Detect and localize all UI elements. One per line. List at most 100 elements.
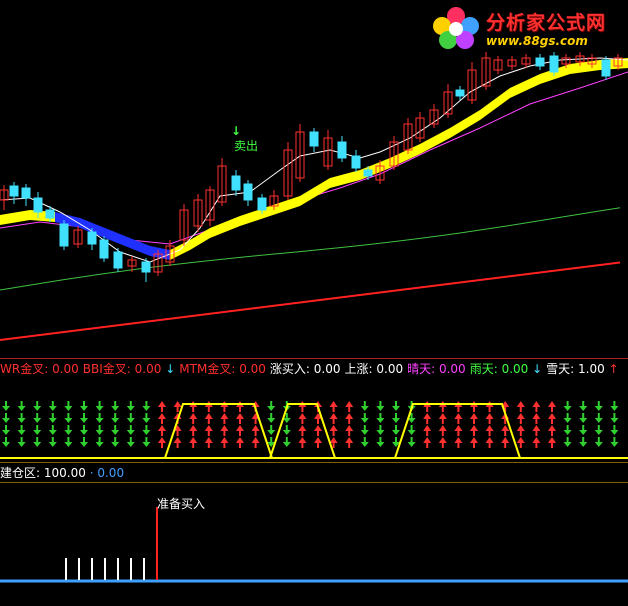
up-arrow-stem (317, 431, 319, 436)
down-arrow-stem (36, 401, 39, 406)
down-arrow-icon (392, 430, 400, 435)
up-arrow-stem (301, 407, 304, 412)
up-arrow-stem (488, 431, 491, 436)
sell-arrow-icon: ↓ (231, 124, 242, 138)
down-arrow-stem (5, 425, 7, 430)
up-arrow-stem (332, 419, 335, 424)
up-arrow-icon (314, 425, 322, 431)
up-arrow-stem (192, 419, 195, 424)
up-arrow-icon (329, 437, 338, 443)
down-arrow-stem (285, 413, 288, 418)
down-arrow-icon (2, 418, 10, 423)
candle-body (59, 223, 69, 247)
up-arrow-stem (535, 431, 538, 436)
signal-chart (0, 507, 628, 583)
down-arrow-icon (95, 406, 104, 411)
down-arrow-stem (67, 413, 70, 418)
up-arrow-stem (551, 431, 553, 436)
up-arrow-icon (423, 413, 432, 419)
down-arrow-stem (20, 437, 23, 442)
up-arrow-icon (454, 425, 463, 431)
up-arrow-icon (532, 413, 541, 419)
up-arrow-stem (457, 431, 460, 436)
candle-body (257, 197, 267, 211)
up-arrow-icon (204, 437, 213, 443)
down-arrow-stem (566, 437, 569, 442)
up-arrow-icon (548, 401, 556, 407)
up-arrow-stem (519, 443, 522, 448)
down-arrow-icon (579, 442, 588, 447)
down-arrow-stem (379, 425, 382, 430)
down-arrow-icon (33, 418, 42, 423)
candlestick-chart (0, 52, 628, 341)
up-arrow-icon (204, 413, 213, 419)
down-arrow-icon (610, 406, 619, 411)
down-arrow-icon (48, 442, 57, 447)
up-arrow-icon (298, 413, 307, 419)
down-arrow-stem (114, 413, 117, 418)
down-arrow-icon (126, 442, 135, 447)
up-arrow-stem (301, 431, 304, 436)
down-arrow-stem (410, 437, 413, 442)
down-arrow-icon (376, 430, 385, 435)
indicator-chart (0, 401, 628, 459)
down-arrow-icon (95, 418, 104, 423)
up-arrow-icon (454, 413, 463, 419)
up-arrow-stem (473, 443, 475, 448)
down-arrow-stem (98, 437, 101, 442)
up-arrow-stem (332, 431, 335, 436)
up-arrow-stem (207, 419, 210, 424)
down-arrow-stem (410, 413, 413, 418)
candle-body (363, 169, 373, 177)
up-arrow-stem (223, 407, 226, 412)
down-arrow-icon (111, 406, 120, 411)
down-arrow-stem (379, 401, 382, 406)
down-arrow-icon (64, 442, 73, 447)
down-arrow-icon (594, 430, 603, 435)
up-arrow-stem (519, 407, 522, 412)
down-arrow-icon (111, 430, 120, 435)
candle-body (309, 131, 319, 147)
down-arrow-icon (563, 418, 572, 423)
up-arrow-icon (236, 437, 244, 443)
up-arrow-stem (317, 419, 319, 424)
down-arrow-stem (98, 401, 101, 406)
candle-body (45, 209, 55, 219)
down-arrow-icon (64, 430, 73, 435)
trend-band-segment (190, 228, 210, 250)
down-arrow-stem (83, 437, 85, 442)
down-arrow-stem (51, 425, 54, 430)
candle-body (601, 59, 611, 77)
down-arrow-icon (563, 442, 572, 447)
up-arrow-stem (441, 419, 444, 424)
up-arrow-stem (301, 419, 304, 424)
up-arrow-icon (345, 413, 354, 419)
down-arrow-stem (145, 413, 148, 418)
down-arrow-stem (83, 401, 85, 406)
up-arrow-stem (301, 443, 304, 448)
down-arrow-icon (392, 418, 400, 423)
up-arrow-stem (426, 431, 429, 436)
down-arrow-stem (98, 425, 101, 430)
candle-body (33, 197, 43, 213)
trend-band-segment (360, 158, 390, 180)
trend-band-segment (450, 110, 480, 138)
down-arrow-stem (145, 437, 148, 442)
down-arrow-stem (285, 437, 288, 442)
candle-body (113, 251, 123, 269)
down-arrow-stem (36, 413, 39, 418)
down-arrow-icon (64, 406, 73, 411)
up-arrow-icon (345, 401, 354, 407)
down-arrow-stem (379, 437, 382, 442)
up-arrow-icon (345, 425, 354, 431)
candle-body (549, 55, 559, 73)
down-arrow-stem (379, 413, 382, 418)
down-arrow-stem (51, 413, 54, 418)
candle-body (9, 185, 19, 197)
up-arrow-icon (345, 437, 354, 443)
up-arrow-icon (438, 425, 447, 431)
down-arrow-stem (613, 413, 616, 418)
up-arrow-icon (158, 401, 166, 407)
down-arrow-stem (395, 413, 397, 418)
down-arrow-stem (51, 437, 54, 442)
